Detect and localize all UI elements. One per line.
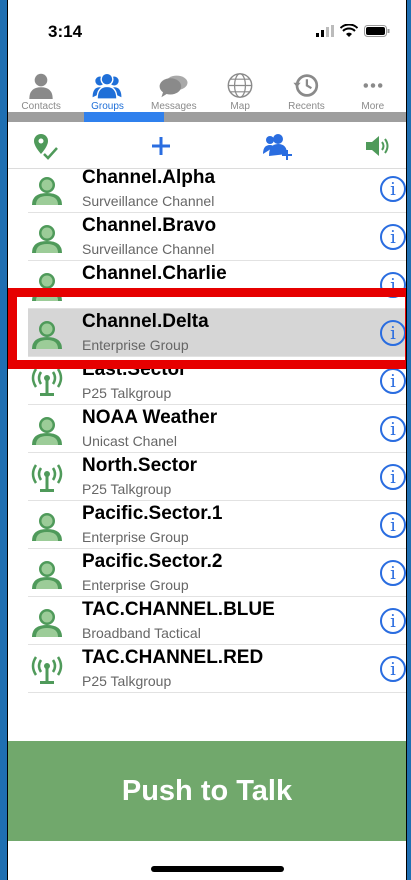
phone-screen: 3:14 Contacts Groups Messages Map Recent… [7,0,407,880]
group-icon [93,72,122,99]
group-name: Pacific.Sector.2 [82,551,223,572]
group-name: Pacific.Sector.1 [82,503,223,524]
selection-highlight-frame [8,288,406,369]
tab-recents[interactable]: Recents [273,72,339,112]
tab-indicator-track [8,112,406,122]
tab-label: Contacts [21,101,61,112]
more-icon [363,83,383,88]
info-button[interactable]: i [380,368,406,394]
radio-talkgroup-icon [31,368,63,396]
tab-label: Map [230,101,250,112]
add-button[interactable] [146,130,176,162]
group-list: Channel.Alpha Surveillance Channel i Channe… [8,165,406,693]
group-subtitle: Broadband Tactical [82,625,201,641]
group-subtitle: P25 Talkgroup [82,673,172,689]
groups-toolbar [8,124,406,169]
battery-icon [364,25,390,37]
tab-label: More [361,101,385,112]
tab-label: Messages [151,101,197,112]
group-subtitle: Unicast Chanel [82,433,177,449]
group-name: Channel.Charlie [82,263,227,284]
globe-icon [227,73,253,98]
location-check-icon [34,134,58,160]
group-avatar-icon [32,177,62,205]
add-icon [152,137,170,155]
info-button[interactable]: i [380,656,406,682]
recents-icon [293,74,319,97]
add-group-button[interactable] [260,130,294,162]
group-name: Channel.Bravo [82,215,217,236]
info-button[interactable]: i [380,176,406,202]
push-to-talk-button[interactable]: Push to Talk [8,741,406,841]
info-button[interactable]: i [380,224,406,250]
home-indicator[interactable] [151,866,284,872]
tab-bar: Contacts Groups Messages Map Recents Mor… [8,72,406,112]
group-row[interactable]: Channel.Alpha Surveillance Channel i [28,165,406,213]
group-row[interactable]: NOAA Weather Unicast Chanel i [28,405,406,453]
tab-contacts[interactable]: Contacts [8,72,74,112]
group-row[interactable]: TAC.CHANNEL.BLUE Broadband Tactical i [28,597,406,645]
status-bar: 3:14 [8,0,406,58]
wifi-icon [340,24,358,37]
group-name: NOAA Weather [82,407,218,428]
tab-groups[interactable]: Groups [74,72,140,112]
status-time: 3:14 [48,22,83,41]
group-subtitle: Surveillance Channel [82,193,215,209]
radio-talkgroup-icon [31,656,63,684]
group-subtitle: Enterprise Group [82,529,189,545]
tab-label: Recents [288,101,325,112]
tab-messages[interactable]: Messages [141,72,207,112]
group-name: TAC.CHANNEL.BLUE [82,599,275,620]
info-button[interactable]: i [380,464,406,490]
status-icons [316,24,390,38]
location-check-button[interactable] [30,130,60,162]
group-avatar-icon [32,609,62,637]
group-subtitle: P25 Talkgroup [82,481,172,497]
info-button[interactable]: i [380,416,406,442]
tab-indicator-active [84,112,164,122]
speaker-icon [366,136,389,156]
group-avatar-icon [32,561,62,589]
group-row[interactable]: Pacific.Sector.1 Enterprise Group i [28,501,406,549]
group-subtitle: Surveillance Channel [82,241,215,257]
speaker-button[interactable] [360,130,394,162]
group-avatar-icon [32,225,62,253]
messages-icon [159,75,188,98]
group-avatar-icon [32,417,62,445]
tab-more[interactable]: More [340,72,406,112]
group-row[interactable]: TAC.CHANNEL.RED P25 Talkgroup i [28,645,406,693]
group-row[interactable]: Pacific.Sector.2 Enterprise Group i [28,549,406,597]
group-avatar-icon [32,513,62,541]
group-name: Channel.Alpha [82,167,216,188]
signal-icon [316,25,334,37]
group-row[interactable]: North.Sector P25 Talkgroup i [28,453,406,501]
info-button[interactable]: i [380,560,406,586]
tab-label: Groups [91,101,124,112]
group-name: North.Sector [82,455,198,476]
group-name: TAC.CHANNEL.RED [82,647,264,668]
person-icon [29,73,53,99]
group-subtitle: P25 Talkgroup [82,385,172,401]
info-button[interactable]: i [380,608,406,634]
group-subtitle: Enterprise Group [82,577,189,593]
group-row[interactable]: Channel.Bravo Surveillance Channel i [28,213,406,261]
info-button[interactable]: i [380,512,406,538]
add-group-icon [263,134,292,160]
radio-talkgroup-icon [31,464,63,492]
tab-map[interactable]: Map [207,72,273,112]
